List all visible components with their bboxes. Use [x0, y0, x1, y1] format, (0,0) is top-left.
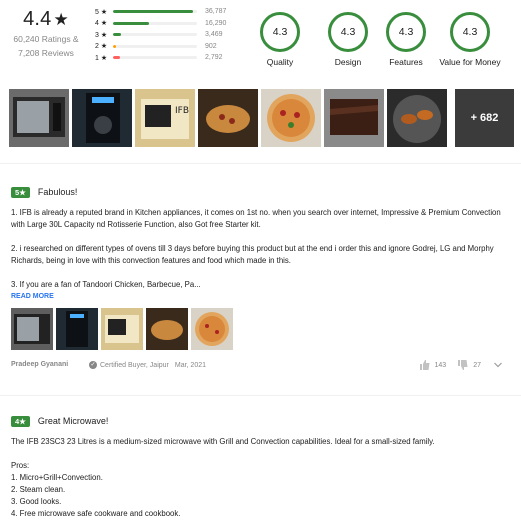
review-image[interactable] [191, 308, 233, 350]
dislike-count: 27 [473, 361, 481, 369]
svg-text:IFB: IFB [175, 106, 189, 116]
thumbs-down-icon[interactable] [456, 358, 470, 372]
review-title: Fabulous! [37, 187, 78, 197]
review-body: 1. IFB is already a reputed brand in Kit… [11, 207, 511, 291]
review-author: Pradeep Gyanani [11, 361, 69, 368]
rating-bar-fill [113, 56, 120, 60]
review-image[interactable] [11, 308, 53, 350]
aspect-label: Quality [266, 57, 294, 67]
aspect-quality: 4.3 Quality [244, 12, 316, 67]
rating-bar-row: 2 ★ 902 [95, 41, 235, 53]
thumbs-up-icon[interactable] [418, 358, 432, 372]
gallery-thumb-box[interactable]: IFB [135, 89, 195, 147]
review-image[interactable] [56, 308, 98, 350]
rating-bar-row: 1 ★ 2,792 [95, 52, 235, 64]
rating-bar-count: 902 [205, 42, 217, 50]
review-rating-badge: 4★ [11, 415, 30, 427]
pros-heading: Pros: [11, 461, 30, 470]
rating-bar-label: 5 ★ [95, 8, 108, 16]
rating-bar-row: 5 ★ 36,787 [95, 6, 235, 18]
gallery-thumb-microwave-open[interactable] [9, 89, 69, 147]
rating-bar-track [113, 21, 197, 25]
aspect-value-for-money: 4.3 Value for Money [434, 12, 506, 67]
rating-distribution: 5 ★ 36,787 4 ★ 16,290 3 ★ 3,469 2 ★ 902 … [95, 6, 235, 64]
rating-bar-label: 1 ★ [95, 54, 108, 62]
certified-buyer-text: Certified Buyer, Jaipur [100, 361, 169, 369]
aspect-label: Features [389, 57, 423, 67]
rating-bar-track [113, 33, 197, 37]
aspect-ratings: 4.3 Quality 4.3 Design 4.3 Features 4.3 … [244, 12, 521, 72]
rating-bar-track [113, 56, 197, 60]
like-count: 143 [434, 361, 447, 369]
gallery-more-button[interactable]: + 682 [455, 89, 514, 147]
divider [0, 395, 521, 396]
review-image[interactable] [146, 308, 188, 350]
customer-photo-gallery: IFB + 682 [9, 89, 514, 147]
rating-bar-count: 36,787 [205, 8, 227, 16]
review-image[interactable] [101, 308, 143, 350]
gallery-thumb-brownie[interactable] [324, 89, 384, 147]
review-paragraph: 2. i researched on different types of ov… [11, 244, 494, 265]
ratings-count: 60,240 Ratings & [13, 34, 79, 44]
pros-item: 1. Micro+Grill+Convection. [11, 473, 103, 482]
review-images [11, 308, 511, 350]
rating-bar-row: 4 ★ 16,290 [95, 18, 235, 30]
ratings-summary: 4.4 ★ 60,240 Ratings & 7,208 Reviews 5 ★ … [0, 0, 521, 84]
pros-item: 2. Steam clean. [11, 485, 66, 494]
reviews-count: 7,208 Reviews [18, 48, 74, 58]
review-date: Mar, 2021 [174, 361, 207, 369]
review-paragraph: 1. IFB is already a reputed brand in Kit… [11, 208, 501, 229]
review-rating-badge: 5★ [11, 186, 30, 198]
check-circle-icon: ✓ [89, 361, 97, 369]
review-paragraph: The IFB 23SC3 23 Litres is a medium-size… [11, 437, 435, 446]
gallery-thumb-pizza-oven[interactable] [198, 89, 258, 147]
gallery-thumb-control-panel[interactable] [72, 89, 132, 147]
rating-bar-fill [113, 21, 150, 25]
rating-bar-fill [113, 33, 121, 37]
rating-bar-fill [113, 44, 116, 48]
rating-bar-count: 2,792 [205, 54, 223, 62]
rating-bar-row: 3 ★ 3,469 [95, 29, 235, 41]
divider [0, 163, 521, 164]
rating-bar-fill [113, 10, 193, 14]
read-more-link[interactable]: READ MORE [11, 293, 511, 300]
pros-item: 3. Good looks. [11, 497, 62, 506]
review-paragraph: 3. If you are a fan of Tandoori Chicken,… [11, 280, 201, 289]
aspect-score-ring: 4.3 [386, 12, 426, 52]
aspect-label: Value for Money [439, 57, 501, 67]
overall-rating: 4.4 ★ 60,240 Ratings & 7,208 Reviews [6, 8, 86, 59]
rating-bar-label: 4 ★ [95, 20, 108, 28]
gallery-thumb-grill-chicken[interactable] [387, 89, 447, 147]
aspect-score-ring: 4.3 [328, 12, 368, 52]
overall-rating-value: 4.4 [23, 8, 52, 30]
pros-item: 4. Free microwave safe cookware and cook… [11, 509, 181, 518]
review-card: 4★ Great Microwave! The IFB 23SC3 23 Lit… [11, 415, 511, 520]
aspect-score-ring: 4.3 [260, 12, 300, 52]
review-title: Great Microwave! [37, 416, 109, 426]
review-footer: Pradeep Gyanani ✓ Certified Buyer, Jaipu… [11, 358, 511, 372]
review-body: The IFB 23SC3 23 Litres is a medium-size… [11, 436, 511, 520]
rating-bar-label: 2 ★ [95, 43, 108, 51]
aspect-features: 4.3 Features [370, 12, 442, 67]
rating-bar-label: 3 ★ [95, 31, 108, 39]
rating-bar-track [113, 10, 197, 14]
review-votes: 143 27 [418, 358, 505, 372]
certified-buyer: ✓ Certified Buyer, Jaipur Mar, 2021 [89, 361, 206, 369]
aspect-score-ring: 4.3 [450, 12, 490, 52]
rating-bar-track [113, 44, 197, 48]
review-card: 5★ Fabulous! 1. IFB is already a reputed… [11, 186, 511, 372]
rating-bar-count: 16,290 [205, 19, 227, 27]
rating-bar-count: 3,469 [205, 31, 223, 39]
gallery-thumb-pizza-plate[interactable] [261, 89, 321, 147]
chevron-down-icon[interactable] [491, 358, 505, 372]
star-icon: ★ [53, 10, 69, 29]
